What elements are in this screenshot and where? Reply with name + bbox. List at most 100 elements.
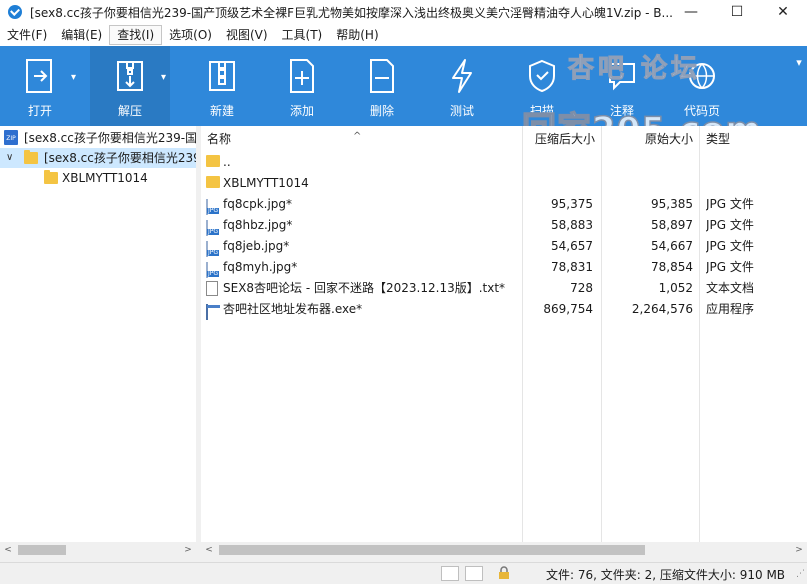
file-type: 文本文档 — [706, 281, 755, 295]
close-button[interactable]: ✕ — [760, 0, 806, 24]
maximize-button[interactable]: ☐ — [714, 0, 760, 24]
delete-button[interactable]: 删除 — [342, 46, 422, 126]
file-type: JPG 文件 — [706, 218, 754, 232]
file-type: 应用程序 — [706, 302, 755, 316]
folder-tree: ZIP [sex8.cc孩子你要相信光239-国产 ∨ [sex8.cc孩子你要… — [0, 126, 197, 542]
open-dropdown-icon[interactable]: ▾ — [71, 72, 76, 83]
open-label: 打开 — [27, 104, 52, 118]
test-button[interactable]: 测试 — [422, 46, 502, 126]
title-bar: [sex8.cc孩子你要相信光239-国产顶级艺术全裸F巨乳尤物美如按摩深入浅出… — [0, 0, 807, 24]
file-row[interactable]: fq8cpk.jpg* 95,375 95,385 JPG 文件 — [201, 194, 807, 215]
comment-icon — [609, 63, 635, 91]
scroll-right-icon[interactable]: > — [791, 542, 807, 558]
toolbar: ▾ 打开 ▾ 解压 新建 添加 删除 测试 扫描 注释 代码页 ▾ — [0, 46, 807, 126]
file-type: JPG 文件 — [706, 260, 754, 274]
extract-label: 解压 — [117, 104, 142, 118]
scan-label: 扫描 — [529, 104, 554, 118]
window-title: [sex8.cc孩子你要相信光239-国产顶级艺术全裸F巨乳尤物美如按摩深入浅出… — [30, 5, 673, 20]
scroll-left-icon[interactable]: < — [0, 542, 16, 558]
tree-item-subfolder[interactable]: XBLMYTT1014 — [0, 168, 196, 188]
menu-file[interactable]: 文件(F) — [0, 26, 54, 44]
file-name: fq8hbz.jpg* — [223, 218, 293, 232]
new-label: 新建 — [209, 104, 234, 118]
tree-item-archive[interactable]: ∨ [sex8.cc孩子你要相信光239 — [0, 148, 196, 168]
resize-grip-icon[interactable]: ⋰ — [796, 569, 805, 579]
file-row[interactable]: fq8hbz.jpg* 58,883 58,897 JPG 文件 — [201, 215, 807, 236]
tree-horizontal-scrollbar[interactable]: < > — [0, 542, 196, 558]
codepage-button[interactable]: 代码页 — [662, 46, 742, 126]
add-file-icon — [290, 59, 314, 93]
file-name: SEX8杏吧论坛 - 回家不迷路【2023.12.13版】.txt* — [223, 281, 506, 295]
delete-label: 删除 — [369, 104, 394, 118]
file-name: 杏吧社区地址发布器.exe* — [223, 302, 363, 316]
file-row[interactable]: SEX8杏吧论坛 - 回家不迷路【2023.12.13版】.txt* 728 1… — [201, 278, 807, 299]
column-header-packed[interactable]: 压缩后大小 — [535, 126, 599, 152]
menu-tools[interactable]: 工具(T) — [275, 26, 330, 44]
file-packed-size: 78,831 — [551, 260, 593, 274]
scroll-thumb[interactable] — [219, 545, 645, 555]
column-header-type[interactable]: 类型 — [706, 126, 766, 152]
file-row[interactable]: fq8jeb.jpg* 54,657 54,667 JPG 文件 — [201, 236, 807, 257]
exe-file-icon — [206, 304, 208, 320]
menu-help[interactable]: 帮助(H) — [329, 26, 385, 44]
icon-view-icon[interactable] — [465, 566, 483, 581]
tree-subfolder-label: XBLMYTT1014 — [62, 171, 148, 185]
file-row[interactable]: .. — [201, 152, 807, 173]
menu-edit[interactable]: 编辑(E) — [54, 26, 109, 44]
shield-icon — [529, 59, 555, 93]
toolbar-more-icon[interactable]: ▾ — [791, 56, 807, 76]
file-row[interactable]: fq8myh.jpg* 78,831 78,854 JPG 文件 — [201, 257, 807, 278]
new-button[interactable]: 新建 — [182, 46, 262, 126]
tree-archive-label: [sex8.cc孩子你要相信光239 — [44, 151, 196, 165]
jpg-file-icon — [206, 199, 208, 215]
column-name-label: 名称 — [207, 132, 232, 146]
scan-button[interactable]: 扫描 — [502, 46, 582, 126]
tree-root-label: [sex8.cc孩子你要相信光239-国产 — [24, 131, 196, 145]
file-row[interactable]: XBLMYTT1014 — [201, 173, 807, 194]
globe-icon — [689, 63, 715, 89]
file-size: 58,897 — [651, 218, 693, 232]
new-archive-icon — [209, 61, 235, 91]
sort-ascending-icon: ^ — [353, 131, 362, 142]
comment-button[interactable]: 注释 — [582, 46, 662, 126]
file-size: 78,854 — [651, 260, 693, 274]
scroll-thumb[interactable] — [18, 545, 66, 555]
file-name: XBLMYTT1014 — [223, 176, 309, 190]
details-view-icon[interactable] — [441, 566, 459, 581]
status-text: 文件: 76, 文件夹: 2, 压缩文件大小: 910 MB — [546, 568, 786, 582]
extract-button[interactable]: ▾ 解压 — [90, 46, 170, 126]
codepage-label: 代码页 — [683, 104, 720, 118]
chevron-down-icon[interactable]: ∨ — [6, 148, 13, 168]
jpg-file-icon — [206, 262, 208, 278]
extract-dropdown-icon[interactable]: ▾ — [161, 72, 166, 83]
menu-bar: 文件(F) 编辑(E) 查找(I) 选项(O) 视图(V) 工具(T) 帮助(H… — [0, 24, 807, 46]
file-packed-size: 54,657 — [551, 239, 593, 253]
bandizip-app-icon — [8, 5, 22, 19]
menu-options[interactable]: 选项(O) — [162, 26, 219, 44]
menu-view[interactable]: 视图(V) — [219, 26, 275, 44]
status-bar: 文件: 76, 文件夹: 2, 压缩文件大小: 910 MB ⋰ — [0, 562, 807, 584]
file-name: fq8jeb.jpg* — [223, 239, 290, 253]
add-button[interactable]: 添加 — [262, 46, 342, 126]
file-type: JPG 文件 — [706, 239, 754, 253]
comment-label: 注释 — [609, 104, 634, 118]
lock-icon[interactable] — [497, 566, 515, 581]
file-packed-size: 869,754 — [543, 302, 593, 316]
open-icon — [26, 59, 52, 93]
file-size: 1,052 — [658, 281, 693, 295]
file-size: 95,385 — [651, 197, 693, 211]
folder-icon — [44, 170, 58, 184]
list-horizontal-scrollbar[interactable]: < > — [201, 542, 807, 558]
file-row[interactable]: 杏吧社区地址发布器.exe* 869,754 2,264,576 应用程序 — [201, 299, 807, 320]
scroll-right-icon[interactable]: > — [180, 542, 196, 558]
scroll-left-icon[interactable]: < — [201, 542, 217, 558]
column-header-name[interactable]: 名称 ^ — [207, 126, 507, 152]
delete-file-icon — [370, 59, 394, 93]
minimize-button[interactable]: — — [668, 0, 714, 24]
file-packed-size: 95,375 — [551, 197, 593, 211]
open-button[interactable]: ▾ 打开 — [0, 46, 80, 126]
menu-find[interactable]: 查找(I) — [109, 25, 163, 45]
folder-icon — [24, 150, 38, 164]
tree-root[interactable]: ZIP [sex8.cc孩子你要相信光239-国产 — [0, 128, 196, 148]
column-header-size[interactable]: 原始大小 — [645, 126, 699, 152]
